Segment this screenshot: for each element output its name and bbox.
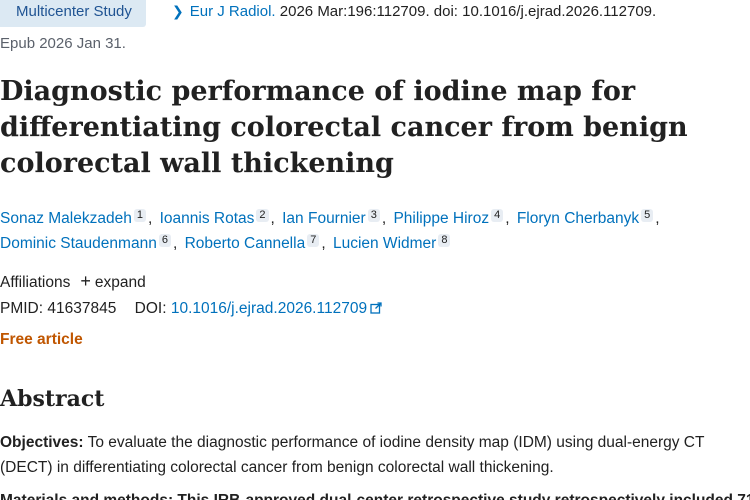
epub-date: Epub 2026 Jan 31. <box>0 35 126 52</box>
affiliation-marker[interactable]: 3 <box>367 209 380 222</box>
separator: , <box>655 210 660 227</box>
separator: , <box>321 235 326 252</box>
separator: , <box>172 235 178 252</box>
affiliation-marker[interactable]: 4 <box>491 209 504 222</box>
objectives-paragraph: Objectives: To evaluate the diagnostic p… <box>0 430 745 480</box>
article-title: Diagnostic performance of iodine map for… <box>0 74 700 182</box>
expand-label: expand <box>94 274 146 291</box>
author-link[interactable]: Sonaz Malekzadeh <box>0 210 132 227</box>
author-link[interactable]: Floryn Cherbanyk <box>517 210 639 227</box>
plus-icon: + <box>80 271 91 291</box>
journal-citation: ❯ Eur J Radiol. 2026 Mar:196:112709. doi:… <box>172 3 656 20</box>
methods-text: Materials and methods: This IRB-approved… <box>0 492 750 500</box>
free-article-label: Free article <box>0 331 83 348</box>
affiliations-toggle[interactable]: Affiliations + expand <box>0 271 146 292</box>
title-line: Diagnostic performance of iodine map for <box>0 76 636 107</box>
objectives-text: To evaluate the diagnostic performance o… <box>0 434 705 476</box>
author-row: Sonaz Malekzadeh 1, Ioannis Rotas 2, Ian F… <box>0 206 745 231</box>
doi-link[interactable]: 10.1016/j.ejrad.2026.112709 <box>171 300 382 317</box>
pmid-label: PMID: <box>0 300 44 317</box>
objectives-label: Objectives: <box>0 434 84 451</box>
author-list: Sonaz Malekzadeh 1, Ioannis Rotas 2, Ian F… <box>0 206 745 256</box>
author-link[interactable]: Ian Fournier <box>282 210 366 227</box>
citation-details: 2026 Mar:196:112709. doi: 10.1016/j.ejra… <box>275 3 657 20</box>
author-link[interactable]: Lucien Widmer <box>333 235 436 252</box>
author-link[interactable]: Philippe Hiroz <box>393 210 489 227</box>
author-row: Dominic Staudenmann 6, Roberto Cannella 7,… <box>0 231 745 256</box>
affiliation-marker[interactable]: 7 <box>307 234 320 247</box>
doi-value: 10.1016/j.ejrad.2026.112709 <box>170 300 368 317</box>
author-link[interactable]: Dominic Staudenmann <box>0 235 157 252</box>
affiliation-marker[interactable]: 1 <box>133 209 146 222</box>
separator: , <box>381 210 387 227</box>
affiliation-marker[interactable]: 8 <box>438 234 451 247</box>
separator: , <box>505 210 510 227</box>
abstract-heading: Abstract <box>0 386 105 412</box>
chevron-right-icon: ❯ <box>172 3 184 19</box>
separator: , <box>270 210 275 227</box>
title-line: colorectal wall thickening <box>0 148 394 179</box>
methods-paragraph: Materials and methods: This IRB-approved… <box>0 488 750 500</box>
publication-type-badge: Multicenter Study <box>0 0 146 27</box>
affiliation-marker[interactable]: 5 <box>641 209 654 222</box>
citation-bar: Multicenter Study ❯ Eur J Radiol. 2026 Ma… <box>0 0 750 28</box>
doi-label: DOI: <box>134 300 167 317</box>
affiliation-marker[interactable]: 6 <box>158 234 171 247</box>
journal-link[interactable]: Eur J Radiol. <box>190 3 276 20</box>
author-link[interactable]: Roberto Cannella <box>185 235 306 252</box>
separator: , <box>147 210 153 227</box>
title-line: differentiating colorectal cancer from b… <box>0 112 688 143</box>
author-link[interactable]: Ioannis Rotas <box>160 210 255 227</box>
external-link-icon <box>370 302 382 314</box>
identifiers: PMID: 41637845 DOI: 10.1016/j.ejrad.2026… <box>0 300 382 318</box>
affiliation-marker[interactable]: 2 <box>256 209 269 222</box>
pmid-value: 41637845 <box>47 300 117 317</box>
affiliations-label: Affiliations <box>0 274 71 291</box>
